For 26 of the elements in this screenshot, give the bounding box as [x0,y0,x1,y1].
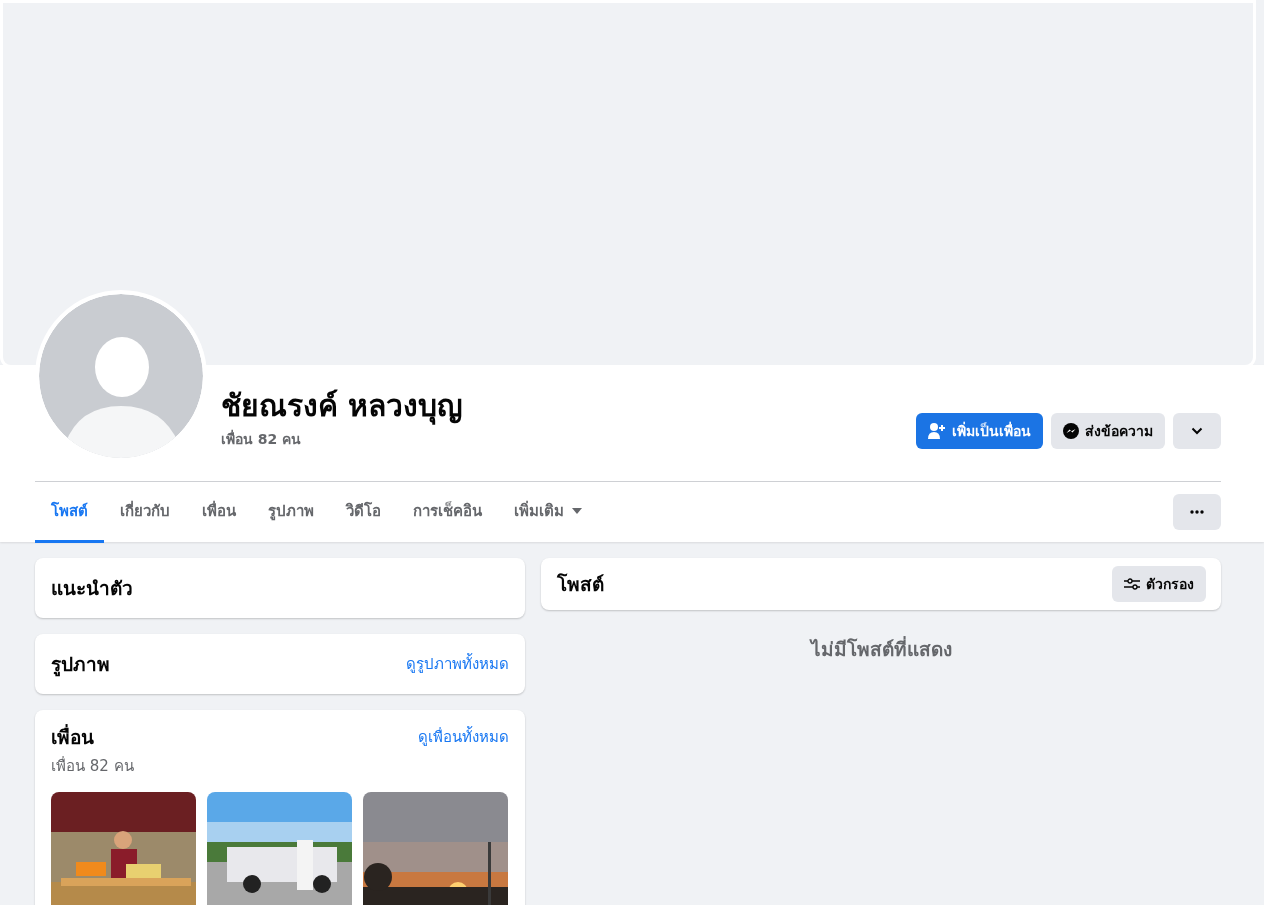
profile-tab[interactable]: การเช็คอิน [397,482,498,543]
profile-tab[interactable]: เพิ่มเติม [498,482,598,543]
messenger-icon [1063,423,1079,439]
filter-button[interactable]: ตัวกรอง [1112,566,1206,602]
profile-tab[interactable]: โพสต์ [35,482,104,543]
message-button[interactable]: ส่งข้อความ [1051,413,1165,449]
friend-count[interactable]: เพื่อน 82 คน [221,428,464,450]
card-title: รูปภาพ [51,652,110,679]
card-title: เพื่อน [51,723,94,750]
add-friend-button[interactable]: เพิ่มเป็นเพื่อน [916,413,1043,449]
empty-posts-message: ไม่มีโพสต์ที่แสดง [808,635,953,662]
profile-tab[interactable]: เกี่ยวกับ [104,482,186,543]
card-title: แนะนำตัว [51,576,133,601]
add-person-icon [928,423,946,439]
profile-tab[interactable]: รูปภาพ [252,482,330,543]
sliders-icon [1124,578,1140,590]
profile-tab[interactable]: วิดีโอ [330,482,397,543]
profile-tab[interactable]: เพื่อน [186,482,252,543]
friend-count: เพื่อน 82 คน [51,755,135,777]
more-options-button[interactable] [1173,494,1221,530]
see-all-friends-link[interactable]: ดูเพื่อนทั้งหมด [418,725,509,749]
see-all-photos-link[interactable]: ดูรูปภาพทั้งหมด [406,652,509,676]
chevron-down-icon [1191,427,1203,435]
ellipsis-icon [1190,510,1204,514]
card-title: โพสต์ [557,572,604,597]
profile-name: ชัยณรงค์ หลวงบุญ [221,387,464,426]
